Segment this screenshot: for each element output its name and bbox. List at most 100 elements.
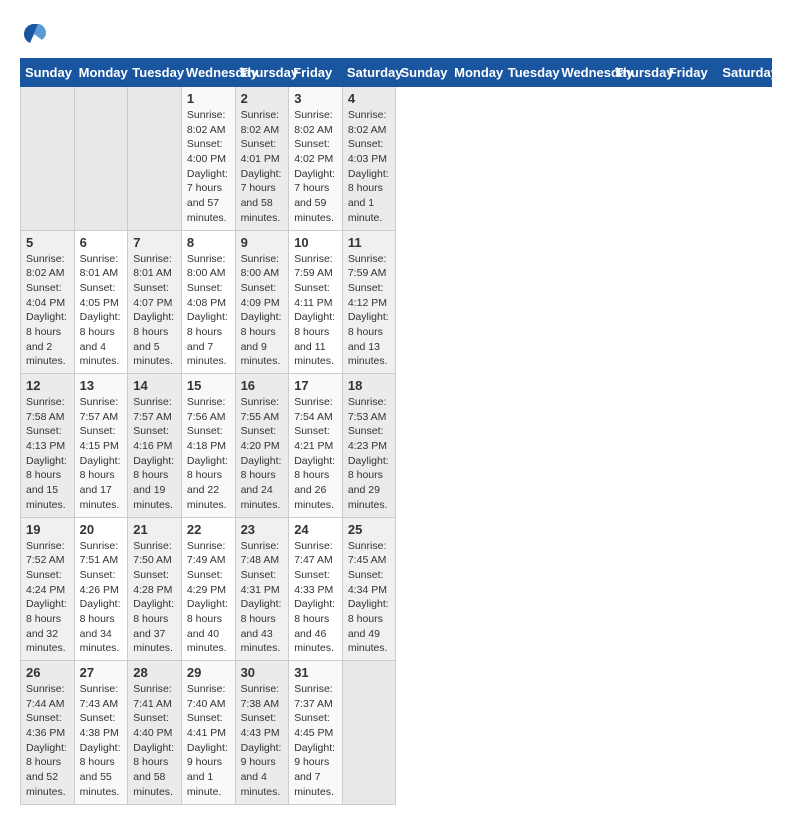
calendar-cell: 14 Sunrise: 7:57 AM Sunset: 4:16 PM Dayli…	[128, 374, 182, 518]
calendar-cell: 29 Sunrise: 7:40 AM Sunset: 4:41 PM Dayli…	[181, 661, 235, 805]
day-info: Sunrise: 7:57 AM Sunset: 4:15 PM Dayligh…	[80, 395, 123, 513]
calendar-week-row: 19Sunrise: 7:52 AM Sunset: 4:24 PM Dayli…	[21, 517, 772, 661]
day-number: 7	[133, 235, 176, 250]
calendar-cell: 9 Sunrise: 8:00 AM Sunset: 4:09 PM Daylig…	[235, 230, 289, 374]
day-info: Sunrise: 7:59 AM Sunset: 4:12 PM Dayligh…	[348, 252, 391, 370]
day-info: Sunrise: 7:44 AM Sunset: 4:36 PM Dayligh…	[26, 682, 69, 800]
calendar-cell: 24Sunrise: 7:47 AM Sunset: 4:33 PM Dayli…	[289, 517, 343, 661]
calendar-cell	[21, 87, 75, 231]
day-info: Sunrise: 8:02 AM Sunset: 4:02 PM Dayligh…	[294, 108, 337, 226]
day-info: Sunrise: 7:59 AM Sunset: 4:11 PM Dayligh…	[294, 252, 337, 370]
calendar-week-row: 26 Sunrise: 7:44 AM Sunset: 4:36 PM Dayli…	[21, 661, 772, 805]
day-info: Sunrise: 7:43 AM Sunset: 4:38 PM Dayligh…	[80, 682, 123, 800]
calendar-cell: 1Sunrise: 8:02 AM Sunset: 4:00 PM Daylig…	[181, 87, 235, 231]
calendar-cell: 17Sunrise: 7:54 AM Sunset: 4:21 PM Dayli…	[289, 374, 343, 518]
calendar-cell: 3 Sunrise: 8:02 AM Sunset: 4:02 PM Daylig…	[289, 87, 343, 231]
calendar-cell	[342, 661, 396, 805]
day-number: 18	[348, 378, 391, 393]
day-info: Sunrise: 8:02 AM Sunset: 4:01 PM Dayligh…	[241, 108, 284, 226]
day-info: Sunrise: 7:58 AM Sunset: 4:13 PM Dayligh…	[26, 395, 69, 513]
header-day-friday: Friday	[289, 59, 343, 87]
header-day-thursday: Thursday	[235, 59, 289, 87]
day-info: Sunrise: 7:38 AM Sunset: 4:43 PM Dayligh…	[241, 682, 284, 800]
day-number: 3	[294, 91, 337, 106]
day-info: Sunrise: 8:02 AM Sunset: 4:04 PM Dayligh…	[26, 252, 69, 370]
calendar-cell: 23Sunrise: 7:48 AM Sunset: 4:31 PM Dayli…	[235, 517, 289, 661]
calendar-cell	[128, 87, 182, 231]
day-number: 13	[80, 378, 123, 393]
day-number: 26	[26, 665, 69, 680]
day-number: 30	[241, 665, 284, 680]
calendar-cell: 15 Sunrise: 7:56 AM Sunset: 4:18 PM Dayli…	[181, 374, 235, 518]
day-number: 15	[187, 378, 230, 393]
day-number: 14	[133, 378, 176, 393]
calendar-header-row: SundayMondayTuesdayWednesdayThursdayFrid…	[21, 59, 772, 87]
header-day-thursday: Thursday	[611, 59, 665, 87]
day-number: 8	[187, 235, 230, 250]
calendar-cell: 21Sunrise: 7:50 AM Sunset: 4:28 PM Dayli…	[128, 517, 182, 661]
calendar-cell: 25Sunrise: 7:45 AM Sunset: 4:34 PM Dayli…	[342, 517, 396, 661]
day-info: Sunrise: 7:55 AM Sunset: 4:20 PM Dayligh…	[241, 395, 284, 513]
day-info: Sunrise: 7:49 AM Sunset: 4:29 PM Dayligh…	[187, 539, 230, 657]
calendar-cell: 8 Sunrise: 8:00 AM Sunset: 4:08 PM Daylig…	[181, 230, 235, 374]
day-info: Sunrise: 7:37 AM Sunset: 4:45 PM Dayligh…	[294, 682, 337, 800]
logo	[20, 20, 50, 48]
day-info: Sunrise: 8:00 AM Sunset: 4:08 PM Dayligh…	[187, 252, 230, 370]
header-day-tuesday: Tuesday	[128, 59, 182, 87]
day-number: 29	[187, 665, 230, 680]
day-number: 6	[80, 235, 123, 250]
calendar-cell: 12 Sunrise: 7:58 AM Sunset: 4:13 PM Dayli…	[21, 374, 75, 518]
calendar-cell: 19Sunrise: 7:52 AM Sunset: 4:24 PM Dayli…	[21, 517, 75, 661]
calendar-cell: 31 Sunrise: 7:37 AM Sunset: 4:45 PM Dayli…	[289, 661, 343, 805]
day-number: 25	[348, 522, 391, 537]
page-header	[20, 20, 772, 48]
calendar-table: SundayMondayTuesdayWednesdayThursdayFrid…	[20, 58, 772, 805]
calendar-cell: 26 Sunrise: 7:44 AM Sunset: 4:36 PM Dayli…	[21, 661, 75, 805]
day-number: 21	[133, 522, 176, 537]
day-number: 5	[26, 235, 69, 250]
calendar-week-row: 12 Sunrise: 7:58 AM Sunset: 4:13 PM Dayli…	[21, 374, 772, 518]
day-number: 31	[294, 665, 337, 680]
day-number: 2	[241, 91, 284, 106]
day-info: Sunrise: 7:41 AM Sunset: 4:40 PM Dayligh…	[133, 682, 176, 800]
calendar-cell: 2 Sunrise: 8:02 AM Sunset: 4:01 PM Daylig…	[235, 87, 289, 231]
day-number: 11	[348, 235, 391, 250]
calendar-cell: 30 Sunrise: 7:38 AM Sunset: 4:43 PM Dayli…	[235, 661, 289, 805]
day-info: Sunrise: 7:54 AM Sunset: 4:21 PM Dayligh…	[294, 395, 337, 513]
calendar-cell: 7 Sunrise: 8:01 AM Sunset: 4:07 PM Daylig…	[128, 230, 182, 374]
calendar-cell: 13 Sunrise: 7:57 AM Sunset: 4:15 PM Dayli…	[74, 374, 128, 518]
calendar-cell: 11 Sunrise: 7:59 AM Sunset: 4:12 PM Dayli…	[342, 230, 396, 374]
calendar-cell: 22 Sunrise: 7:49 AM Sunset: 4:29 PM Dayli…	[181, 517, 235, 661]
day-info: Sunrise: 8:01 AM Sunset: 4:07 PM Dayligh…	[133, 252, 176, 370]
day-info: Sunrise: 7:56 AM Sunset: 4:18 PM Dayligh…	[187, 395, 230, 513]
day-number: 12	[26, 378, 69, 393]
day-info: Sunrise: 8:02 AM Sunset: 4:00 PM Dayligh…	[187, 108, 230, 226]
day-info: Sunrise: 7:40 AM Sunset: 4:41 PM Dayligh…	[187, 682, 230, 800]
day-number: 22	[187, 522, 230, 537]
day-number: 24	[294, 522, 337, 537]
day-number: 19	[26, 522, 69, 537]
header-day-saturday: Saturday	[718, 59, 772, 87]
calendar-week-row: 5 Sunrise: 8:02 AM Sunset: 4:04 PM Daylig…	[21, 230, 772, 374]
header-day-saturday: Saturday	[342, 59, 396, 87]
header-day-tuesday: Tuesday	[503, 59, 557, 87]
day-number: 20	[80, 522, 123, 537]
header-day-monday: Monday	[450, 59, 504, 87]
day-info: Sunrise: 8:00 AM Sunset: 4:09 PM Dayligh…	[241, 252, 284, 370]
calendar-week-row: 1Sunrise: 8:02 AM Sunset: 4:00 PM Daylig…	[21, 87, 772, 231]
header-day-sunday: Sunday	[396, 59, 450, 87]
header-day-wednesday: Wednesday	[181, 59, 235, 87]
day-info: Sunrise: 7:53 AM Sunset: 4:23 PM Dayligh…	[348, 395, 391, 513]
calendar-cell: 10Sunrise: 7:59 AM Sunset: 4:11 PM Dayli…	[289, 230, 343, 374]
calendar-cell: 6Sunrise: 8:01 AM Sunset: 4:05 PM Daylig…	[74, 230, 128, 374]
header-day-friday: Friday	[664, 59, 718, 87]
day-info: Sunrise: 7:51 AM Sunset: 4:26 PM Dayligh…	[80, 539, 123, 657]
calendar-cell: 5 Sunrise: 8:02 AM Sunset: 4:04 PM Daylig…	[21, 230, 75, 374]
day-info: Sunrise: 7:57 AM Sunset: 4:16 PM Dayligh…	[133, 395, 176, 513]
day-number: 23	[241, 522, 284, 537]
calendar-cell	[74, 87, 128, 231]
day-number: 4	[348, 91, 391, 106]
calendar-cell: 27Sunrise: 7:43 AM Sunset: 4:38 PM Dayli…	[74, 661, 128, 805]
logo-icon	[20, 20, 48, 48]
day-number: 9	[241, 235, 284, 250]
